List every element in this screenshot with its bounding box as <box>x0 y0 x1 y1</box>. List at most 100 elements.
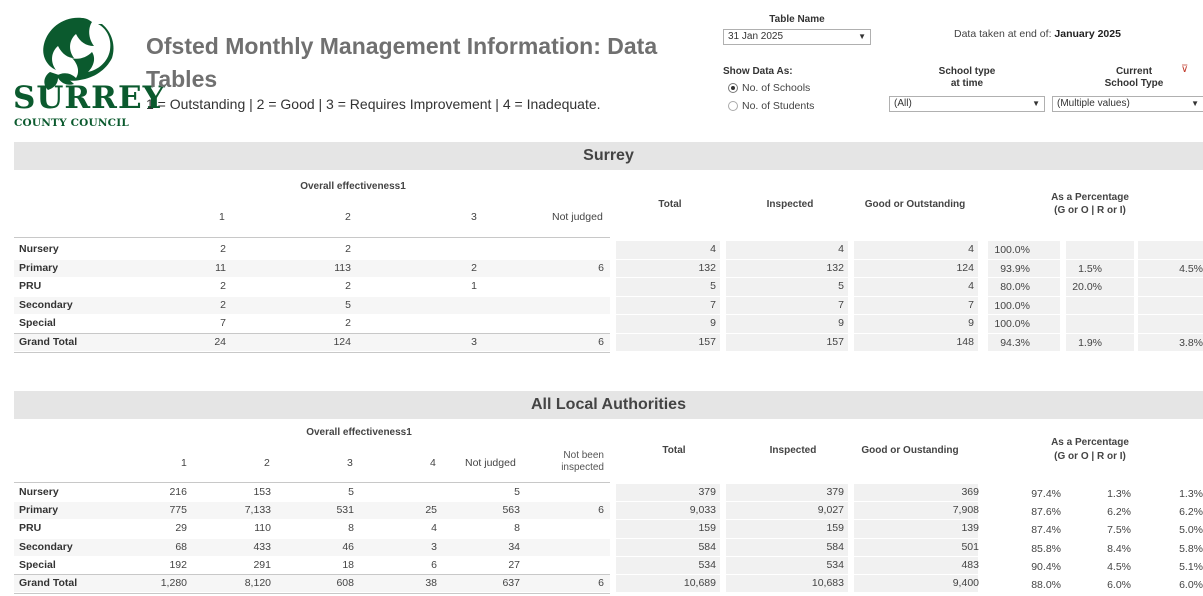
school-type-label-line2: at time <box>950 78 984 89</box>
table-cell: 2 <box>220 280 226 292</box>
surrey-col-3: 3 <box>471 211 477 223</box>
table-cell: 501 <box>961 540 979 553</box>
table-cell: 1.5% <box>1078 262 1102 275</box>
table-cell: 113 <box>334 261 351 274</box>
table-cell: 9 <box>838 317 844 329</box>
table-cell: 8.4% <box>1107 542 1131 555</box>
table-cell: 100.0% <box>994 299 1030 312</box>
table-cell: 85.8% <box>1031 542 1061 555</box>
table-cell: 483 <box>961 558 979 571</box>
table-cell: 159 <box>698 522 716 535</box>
table-cell: 29 <box>175 522 187 535</box>
clear-filter-icon[interactable]: ⊽ <box>1181 64 1188 75</box>
table-cell: 608 <box>336 577 354 589</box>
table-cell: 369 <box>961 486 979 498</box>
table-cell: 584 <box>826 540 844 553</box>
all-la-col-not-judged: Not judged <box>465 457 516 469</box>
table-cell: 7 <box>710 298 716 311</box>
table-cell: 5 <box>710 280 716 292</box>
table-cell: 4 <box>838 243 844 255</box>
all-la-col-2: 2 <box>264 457 270 469</box>
table-name-value: 31 Jan 2025 <box>728 31 784 42</box>
surrey-col-not-judged: Not judged <box>552 211 603 223</box>
grand-total-divider <box>14 332 610 334</box>
grand-total-divider <box>14 574 610 575</box>
table-cell: 24 <box>214 335 226 348</box>
show-data-label: Show Data As: <box>723 66 793 77</box>
table-cell: 100.0% <box>994 318 1030 330</box>
table-cell: 5.0% <box>1179 524 1203 537</box>
table-cell: 775 <box>169 504 187 517</box>
radio-unselected-icon <box>728 101 738 111</box>
table-cell: 34 <box>508 540 520 553</box>
current-type-value: (Multiple values) <box>1057 98 1130 109</box>
table-cell: 5.1% <box>1179 560 1203 573</box>
table-row-label: Nursery <box>19 486 59 498</box>
table-cell: 7,133 <box>244 504 271 517</box>
table-cell-bg <box>1066 315 1134 333</box>
all-la-col-inspected: Inspected <box>769 445 817 456</box>
table-cell: 9,027 <box>817 504 844 517</box>
table-cell: 2 <box>471 261 477 274</box>
table-cell: 534 <box>826 558 844 571</box>
table-cell: 132 <box>826 261 844 274</box>
surrey-col-1: 1 <box>219 211 225 223</box>
table-cell: 46 <box>342 540 354 553</box>
school-type-value: (All) <box>894 98 912 109</box>
table-cell: 1.9% <box>1078 336 1102 349</box>
table-cell: 153 <box>253 486 271 498</box>
table-cell: 584 <box>698 540 716 553</box>
table-cell: 6 <box>598 335 604 348</box>
surrey-col-percentage-sub: (G or O | R or I) <box>1054 205 1126 216</box>
all-la-col-good-or-outstanding: Good or Oustanding <box>861 445 959 456</box>
radio-no-of-students[interactable]: No. of Students <box>728 100 814 112</box>
table-row-label: Secondary <box>19 298 73 311</box>
table-row-label: Grand Total <box>19 335 78 348</box>
all-la-col-not-inspected-line1: Not been <box>563 450 604 461</box>
table-cell: 6 <box>598 577 604 589</box>
table-cell: 6 <box>598 504 604 517</box>
table-cell: 9 <box>710 317 716 329</box>
table-cell: 25 <box>425 504 437 517</box>
table-cell-bg <box>1066 296 1134 314</box>
table-cell: 5 <box>514 486 520 498</box>
school-type-dropdown[interactable]: (All) ▼ <box>889 96 1045 112</box>
table-cell: 2 <box>345 280 351 292</box>
table-cell: 80.0% <box>1000 281 1030 293</box>
table-cell: 6.2% <box>1107 506 1131 519</box>
chevron-down-icon: ▼ <box>1191 99 1199 108</box>
table-cell: 6 <box>598 261 604 274</box>
surrey-col-total: Total <box>658 199 682 210</box>
table-cell: 563 <box>502 504 520 517</box>
table-cell-bg <box>1066 241 1134 259</box>
all-la-col-not-inspected: Not been inspected <box>540 450 604 474</box>
table-name-dropdown[interactable]: 31 Jan 2025 ▼ <box>723 29 871 45</box>
all-la-section-header: All Local Authorities <box>14 391 1203 419</box>
table-row-label: Primary <box>19 504 59 517</box>
table-cell: 192 <box>169 558 187 571</box>
surrey-overall-effectiveness-header: Overall effectiveness1 <box>300 181 406 192</box>
data-taken-prefix: Data taken at end of: <box>954 28 1052 40</box>
table-cell: 4 <box>431 522 437 535</box>
table-cell: 27 <box>508 558 520 571</box>
data-taken-value: January 2025 <box>1054 28 1121 40</box>
table-cell: 6.0% <box>1107 579 1131 591</box>
table-cell: 4.5% <box>1107 560 1131 573</box>
table-cell: 18 <box>342 558 354 571</box>
logo-subtitle: COUNTY COUNCIL <box>14 117 129 129</box>
current-type-label-line2: School Type <box>1104 78 1164 89</box>
table-cell: 88.0% <box>1031 579 1061 591</box>
table-cell: 216 <box>169 486 187 498</box>
table-cell-bg <box>1138 296 1203 314</box>
radio-no-of-schools[interactable]: No. of Schools <box>728 82 810 94</box>
table-cell: 2 <box>345 243 351 255</box>
table-row-label: Special <box>19 317 56 329</box>
table-cell: 124 <box>333 335 351 348</box>
table-cell: 1.3% <box>1107 488 1131 500</box>
table-cell: 7 <box>838 298 844 311</box>
logo-wordmark: SURREY <box>13 80 166 116</box>
table-row-label: Special <box>19 558 56 571</box>
current-type-label: Current School Type <box>1084 66 1184 90</box>
current-type-label-line1: Current <box>1115 66 1153 77</box>
current-type-dropdown[interactable]: (Multiple values) ▼ <box>1052 96 1203 112</box>
